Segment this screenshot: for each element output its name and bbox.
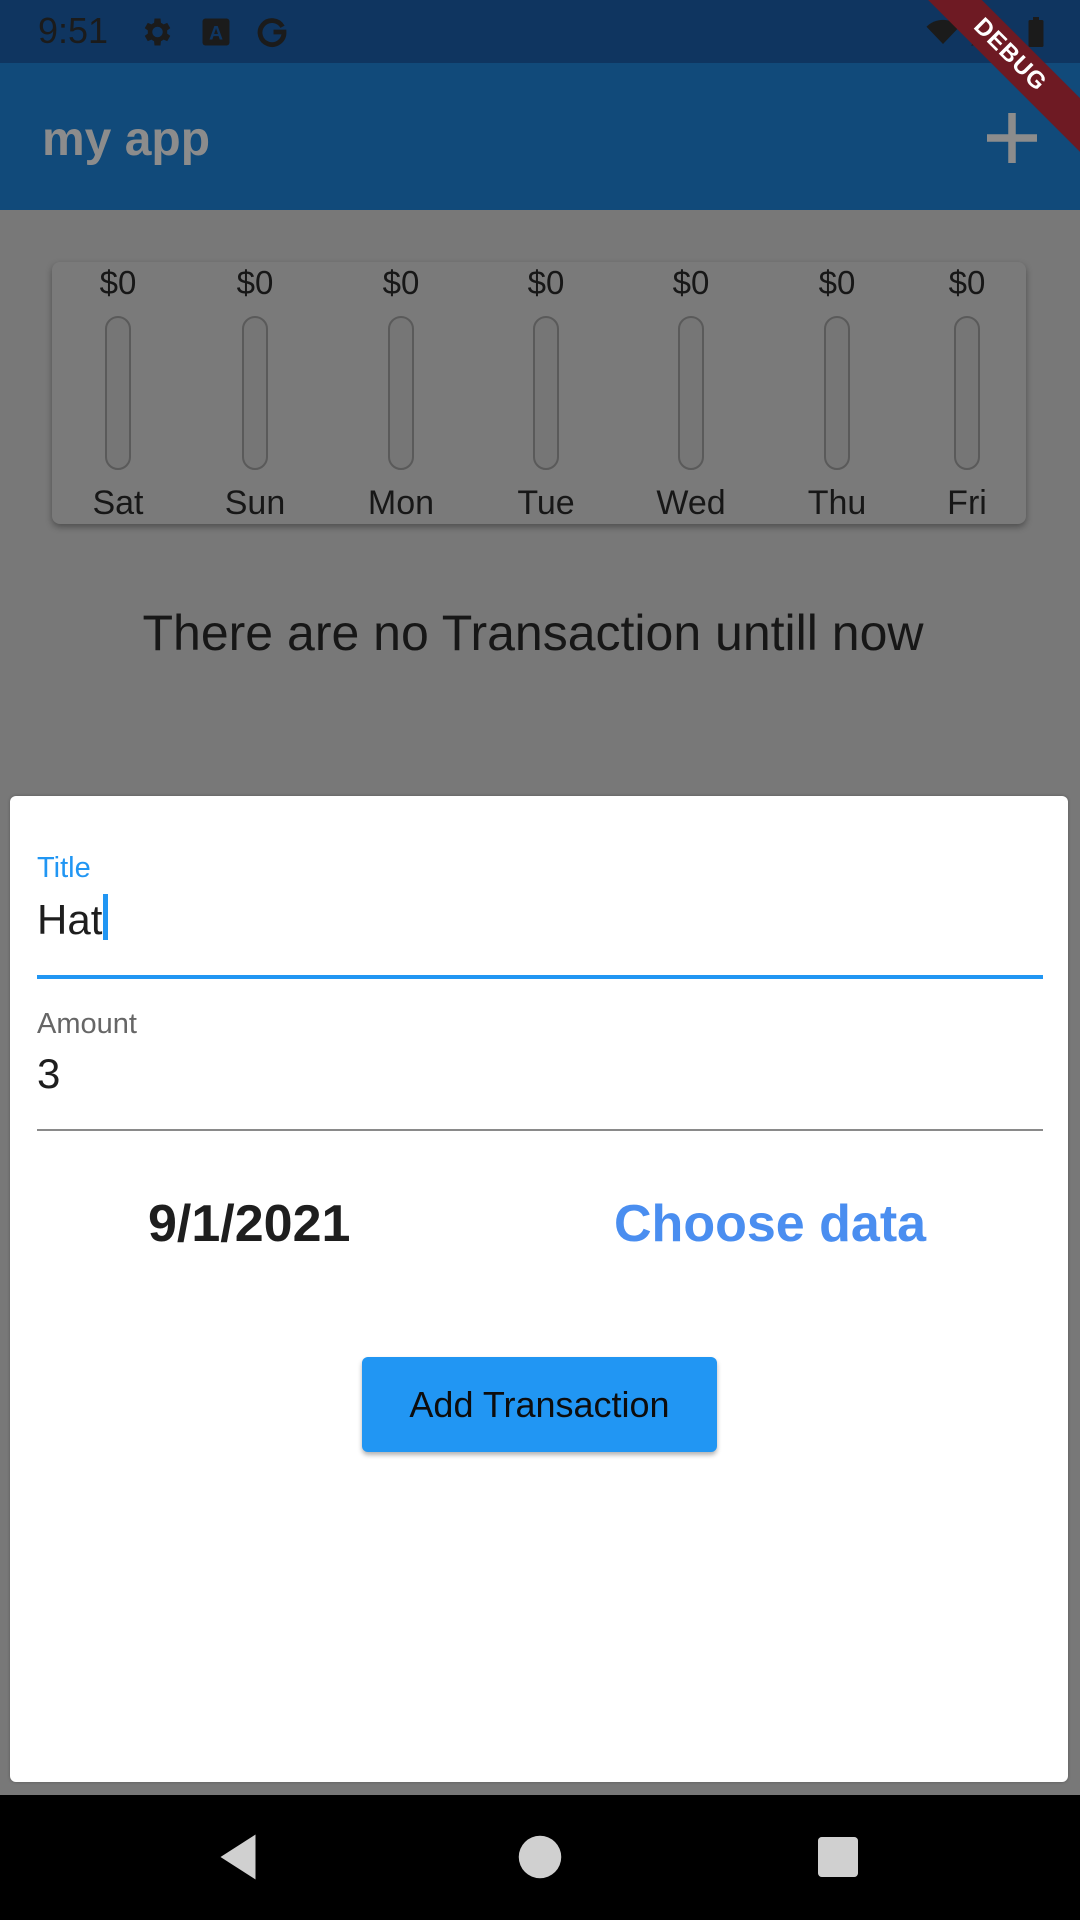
empty-message: There are no Transaction untill now [142, 605, 924, 661]
chart-day-label: Wed [656, 484, 726, 522]
chart-day-label: Sat [92, 484, 144, 522]
chart-column-fri: $0 Fri [927, 262, 1007, 524]
recents-icon[interactable] [808, 1827, 868, 1887]
amount-input-value: 3 [37, 1050, 61, 1097]
amount-input[interactable]: 3 [37, 1050, 60, 1098]
new-transaction-sheet: Title Hat Amount 3 9/1/2021 Choose data … [10, 796, 1068, 1782]
add-transaction-button[interactable]: Add Transaction [362, 1357, 717, 1452]
title-input[interactable]: Hat [37, 894, 109, 944]
chart-column-sat: $0 Sat [78, 262, 158, 524]
status-bar: 9:51 A [0, 0, 1080, 63]
chart-bar [954, 316, 980, 470]
selected-date: 9/1/2021 [148, 1195, 351, 1253]
chart-bar [242, 316, 268, 470]
chart-day-label: Tue [517, 484, 575, 522]
status-time: 9:51 [38, 10, 109, 51]
g-icon [257, 18, 287, 47]
chart-amount-label: $0 [948, 264, 986, 301]
chart-day-label: Thu [807, 484, 867, 522]
chart-column-thu: $0 Thu [797, 262, 877, 524]
amount-field-label: Amount [37, 1008, 137, 1040]
chart-amount-label: $0 [527, 264, 565, 301]
chart-day-label: Sun [224, 484, 286, 522]
choose-date-button[interactable]: Choose data [614, 1194, 926, 1254]
app-title: my app [42, 113, 211, 166]
home-icon[interactable] [510, 1827, 570, 1887]
system-nav-bar [0, 1795, 1080, 1920]
gear-icon [144, 18, 171, 46]
chart-amount-label: $0 [672, 264, 710, 301]
amount-input-underline [37, 1129, 1043, 1131]
chart-column-mon: $0 Mon [361, 262, 441, 524]
chart-amount-label: $0 [382, 264, 420, 301]
add-icon[interactable] [982, 108, 1042, 168]
title-field-label: Title [37, 852, 91, 884]
chart-column-wed: $0 Wed [651, 262, 731, 524]
chart-bar [533, 316, 559, 470]
app-bar: my app [0, 63, 1080, 210]
a-icon: A [202, 18, 230, 46]
chart-day-label: Mon [367, 484, 435, 522]
chart-column-sun: $0 Sun [215, 262, 295, 524]
chart-bar [388, 316, 414, 470]
chart-amount-label: $0 [818, 264, 856, 301]
svg-text:A: A [209, 23, 223, 45]
chart-amount-label: $0 [99, 264, 137, 301]
title-input-underline [37, 975, 1043, 979]
chart-bar [105, 316, 131, 470]
chart-bar [678, 316, 704, 470]
back-icon[interactable] [208, 1827, 268, 1887]
chart-amount-label: $0 [236, 264, 274, 301]
title-input-value: Hat [37, 896, 103, 943]
chart-day-label: Fri [947, 484, 987, 522]
text-cursor [103, 894, 109, 940]
chart-column-tue: $0 Tue [506, 262, 586, 524]
chart-bar [824, 316, 850, 470]
weekly-chart: $0 Sat $0 Sun $0 Mon $0 Tue $0 Wed $0 Thu $0 Fri [52, 262, 1026, 524]
